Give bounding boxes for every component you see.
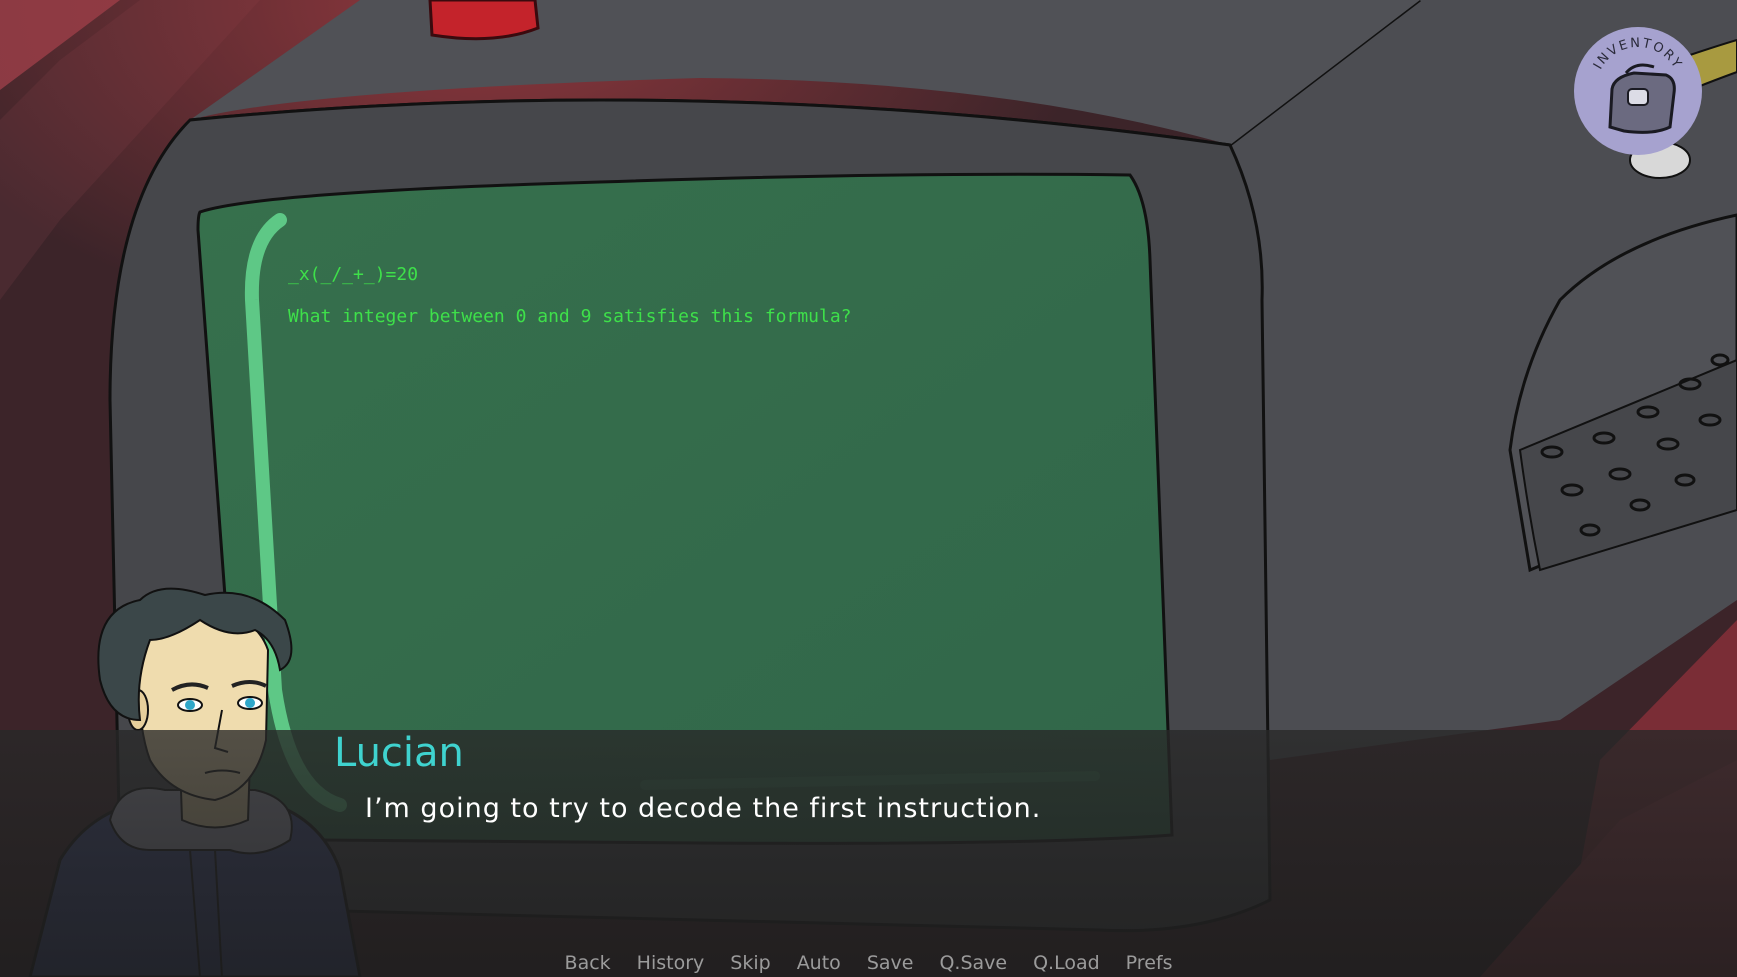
save-button[interactable]: Save <box>867 950 914 977</box>
history-button[interactable]: History <box>637 950 705 977</box>
prefs-button[interactable]: Prefs <box>1126 950 1173 977</box>
dialogue-text: I’m going to try to decode the first ins… <box>365 793 1042 824</box>
terminal-formula: _x(_/_+_)=20 <box>288 264 419 285</box>
bag-icon: INVENTORY <box>1591 36 1683 134</box>
speaker-name: Lucian <box>334 730 464 776</box>
terminal-question: What integer between 0 and 9 satisfies t… <box>288 306 852 327</box>
auto-button[interactable]: Auto <box>797 950 841 977</box>
quick-save-button[interactable]: Q.Save <box>939 950 1007 977</box>
dialogue-box[interactable] <box>0 730 1737 977</box>
quick-load-button[interactable]: Q.Load <box>1033 950 1100 977</box>
back-button[interactable]: Back <box>565 950 611 977</box>
inventory-button[interactable]: INVENTORY <box>1574 27 1702 155</box>
quick-menu: Back History Skip Auto Save Q.Save Q.Loa… <box>0 950 1737 977</box>
skip-button[interactable]: Skip <box>730 950 770 977</box>
